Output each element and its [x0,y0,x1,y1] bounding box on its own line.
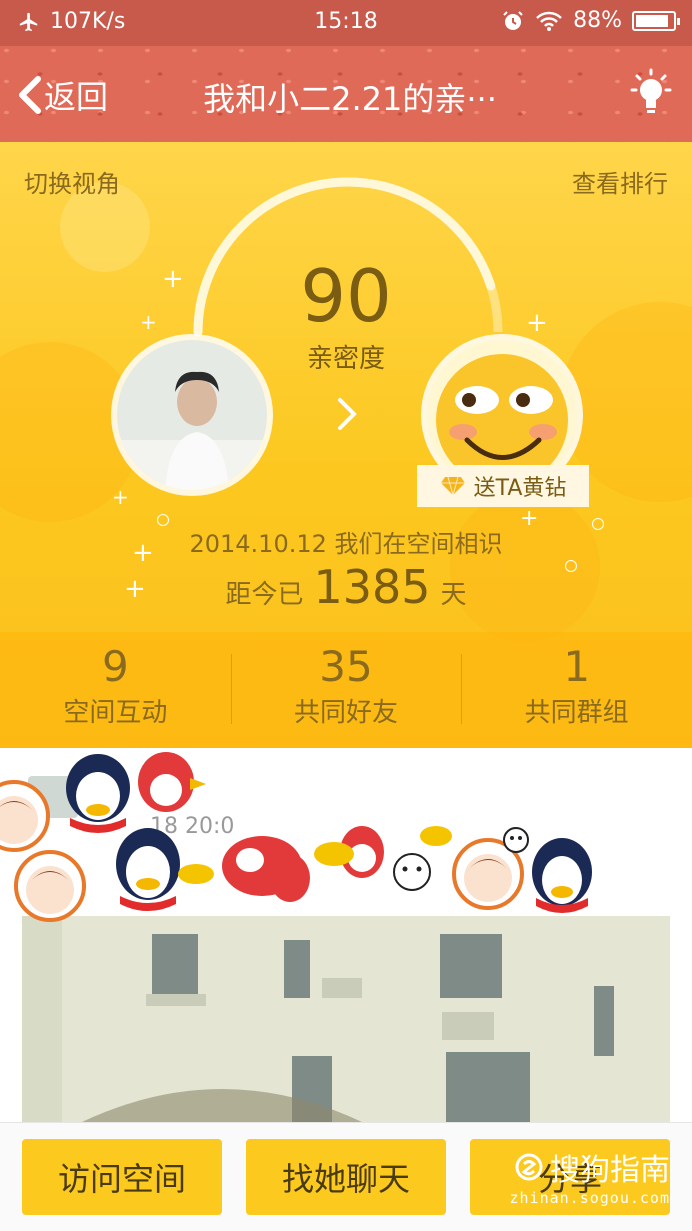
status-bar: 107K/s 15:18 88% [0,0,692,46]
gift-label: 送TA黄钻 [473,476,567,501]
penguin-sticker [66,754,130,833]
stat-label: 共同好友 [294,698,399,729]
intimacy-score: 90 [300,254,392,338]
days-suffix: 天 [440,580,467,610]
battery-icon [632,10,680,31]
stat-value: 35 [319,642,373,691]
stat-space-interaction[interactable]: 9 空间互动 [0,632,231,748]
feed-post: 18 20:0 [0,748,692,1122]
days-counter: 距今已 1385 天 [0,560,692,614]
stat-value: 9 [101,642,129,691]
switch-view-link[interactable]: 切换视角 [24,164,120,199]
days-prefix: 距今已 [225,580,304,610]
stats-row: 9 空间互动 35 共同好友 1 共同群组 [0,632,692,748]
gift-yellow-diamond-button[interactable]: 送TA黄钻 [417,465,589,507]
sogou-watermark: 搜狗指南 zhinan.sogou.com [510,1145,671,1207]
met-date-text: 2014.10.12 我们在空间相识 [189,530,503,558]
intimacy-label: 亲密度 [306,344,385,374]
stat-value: 1 [563,642,591,691]
stat-mutual-groups[interactable]: 1 共同群组 [461,632,692,748]
stat-label: 空间互动 [63,698,168,729]
watermark-url: zhinan.sogou.com [509,1189,670,1207]
alarm-icon [503,10,523,30]
post-photo[interactable] [22,916,670,1122]
bird-sticker [138,752,206,812]
penguin-sticker [532,838,592,913]
stat-mutual-friends[interactable]: 35 共同好友 [230,632,462,748]
penguin-sticker [116,828,180,911]
bear-sticker [393,853,431,891]
my-avatar[interactable] [117,340,267,490]
battery-percent: 88% [573,8,622,33]
sticker-overlay [0,752,592,922]
kid-sticker [0,780,50,852]
intimacy-panel: 切换视角 查看排行 90 亲密度 送TA黄钻 + + + + + + + 201… [0,142,692,748]
chat-button[interactable]: 找她聊天 [246,1139,446,1215]
kid-sticker [14,850,86,922]
lightbulb-icon[interactable] [628,68,674,120]
stat-label: 共同群组 [524,698,629,729]
chevron-right-icon [338,398,357,430]
days-value: 1385 [313,560,431,614]
chevron-left-icon [19,76,41,114]
page-title: 我和小二2.21的亲··· [203,80,497,118]
wifi-icon [536,11,562,31]
diamond-icon [440,476,465,496]
back-label: 返回 [44,78,109,116]
watermark-title: 搜狗指南 [550,1153,670,1188]
back-button[interactable]: 返回 [14,72,108,118]
view-ranking-link[interactable]: 查看排行 [572,164,668,199]
bird-sticker [222,836,310,902]
bottom-action-bar: 访问空间 找她聊天 分享 搜狗指南 zhinan.sogou.com [0,1122,692,1231]
nav-bar: 返回 我和小二2.21的亲··· [0,46,692,142]
bear-sticker [503,827,529,853]
sogou-logo-icon [515,1153,543,1181]
visit-space-button[interactable]: 访问空间 [22,1139,222,1215]
